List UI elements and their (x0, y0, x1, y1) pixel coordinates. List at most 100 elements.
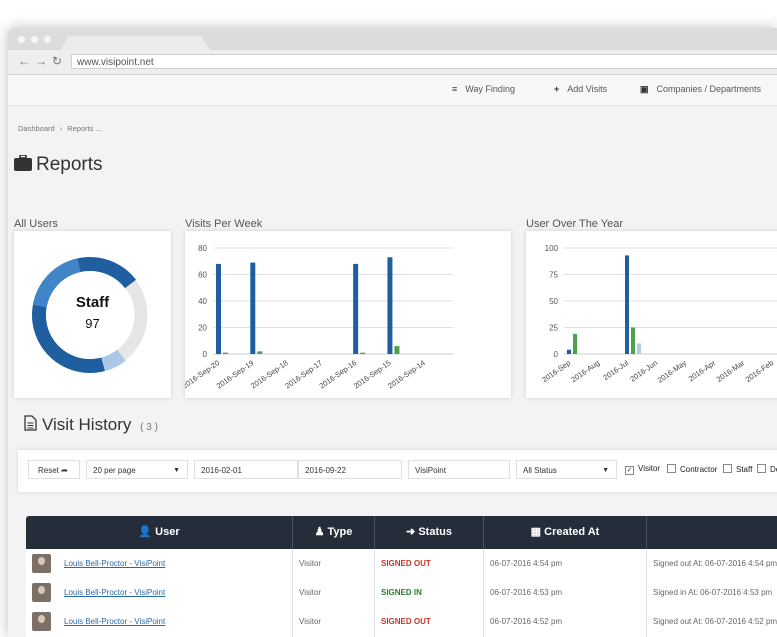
breadcrumb-home[interactable]: Dashboard (18, 124, 55, 133)
x-tick-label: 2016-Sep (540, 358, 572, 384)
avatar[interactable] (32, 612, 51, 631)
contractor-checkbox[interactable]: Contractor (667, 464, 717, 474)
cell-user: Louis Bell-Proctor - VisiPoint (26, 578, 293, 607)
nav-label: Companies / Departments (656, 84, 762, 94)
page-title: Reports (14, 154, 103, 176)
checkbox-unchecked[interactable] (723, 464, 732, 473)
reset-button[interactable]: Reset ➦ (28, 460, 80, 479)
staff-donut-chart (32, 257, 148, 373)
th-detail (647, 516, 777, 549)
y-tick-label: 0 (554, 350, 559, 359)
staff-checkbox[interactable]: Staff (723, 464, 752, 474)
window-minimize-dot[interactable] (31, 36, 38, 43)
all-users-card: Staff 97 (14, 231, 171, 398)
signpost-icon: ≡ (452, 84, 458, 94)
nav-companies[interactable]: ▣ Companies / Departments (640, 84, 761, 95)
y-tick-label: 0 (203, 350, 208, 359)
cell-status: SIGNED OUT (375, 607, 484, 636)
visit-history-count: ( 3 ) (140, 422, 158, 433)
url-field[interactable]: www.visipoint.net (71, 54, 777, 69)
briefcase-icon (14, 154, 32, 171)
de-checkbox[interactable]: De (757, 464, 777, 474)
per-page-select[interactable]: 20 per page ▼ (86, 460, 188, 479)
plus-icon: + (554, 84, 560, 94)
table-row: Louis Bell-Proctor - VisiPoint Visitor SIG… (26, 607, 777, 637)
y-tick-label: 50 (549, 297, 558, 306)
bar (257, 351, 263, 354)
th-user-label: User (155, 526, 180, 538)
back-arrow-icon[interactable]: ← (18, 54, 30, 68)
browser-tab[interactable] (60, 36, 210, 50)
x-tick-label: 2016-Sep-18 (249, 358, 290, 390)
user-year-label: User Over The Year (526, 218, 624, 230)
nav-label: Add Visits (567, 84, 608, 94)
th-user[interactable]: 👤 User (26, 516, 293, 549)
user-icon: 👤 (138, 526, 153, 538)
y-tick-label: 100 (545, 244, 559, 253)
checkbox-unchecked[interactable] (757, 464, 766, 473)
sign-in-icon: ➜ (406, 526, 416, 538)
main-content: Dashboard › Reports ... Reports All Users … (8, 106, 777, 637)
donut-value: 97 (85, 316, 100, 331)
visitor-checkbox[interactable]: ✓ Visitor (625, 464, 660, 475)
cell-detail: Signed out At: 06-07-2016 4:52 pm (647, 607, 777, 636)
checkbox-checked[interactable]: ✓ (625, 466, 634, 475)
cell-created-text: 06-07-2016 4:53 pm (490, 588, 563, 597)
x-tick-label: 2016-Sep-14 (386, 358, 427, 390)
site-input[interactable]: VisiPoint (408, 460, 510, 479)
x-tick-label: 2016-Apr (687, 358, 718, 383)
avatar[interactable] (32, 583, 51, 602)
user-link[interactable]: Louis Bell-Proctor - VisiPoint (64, 549, 165, 578)
forward-arrow-icon[interactable]: → (35, 54, 47, 68)
page-title-text: Reports (36, 154, 103, 175)
user-link[interactable]: Louis Bell-Proctor - VisiPoint (64, 578, 165, 607)
y-tick-label: 40 (198, 297, 207, 306)
cell-created: 06-07-2016 4:52 pm (484, 607, 647, 636)
th-type-label: Type (327, 526, 353, 538)
cell-type: Visitor (293, 549, 375, 578)
th-status-label: Status (418, 526, 452, 538)
briefcase-icon: ▣ (640, 84, 649, 94)
cell-status-text: SIGNED IN (381, 588, 422, 597)
avatar[interactable] (32, 554, 51, 573)
browser-window: ← → ↻ www.visipoint.net ≡ Way Finding + Ad… (8, 28, 777, 637)
bar (637, 343, 641, 354)
nav-label: Way Finding (465, 84, 515, 94)
bar (360, 352, 366, 354)
nav-add-visits[interactable]: + Add Visits (554, 84, 607, 94)
visit-history-title: Visit History ( 3 ) (24, 415, 158, 435)
user-link[interactable]: Louis Bell-Proctor - VisiPoint (64, 607, 165, 636)
reload-icon[interactable]: ↻ (52, 54, 62, 68)
x-tick-label: 2016-Sep-16 (318, 358, 359, 390)
window-close-dot[interactable] (18, 36, 25, 43)
status-select[interactable]: All Status ▼ (516, 460, 617, 479)
table-header: 👤 User ♟ Type ➜ Status ▦ Created At (26, 516, 777, 549)
top-nav: ≡ Way Finding + Add Visits ▣ Companies / De… (8, 75, 777, 106)
cell-status-text: SIGNED OUT (381, 617, 431, 626)
cell-detail: Signed in At: 06-07-2016 4:53 pm (647, 578, 777, 607)
y-tick-label: 75 (549, 271, 558, 280)
th-type[interactable]: ♟ Type (293, 516, 375, 549)
cell-type-text: Visitor (299, 559, 322, 568)
bar (567, 349, 571, 354)
x-tick-label: 2016-Sep-15 (352, 358, 393, 390)
cell-created-text: 06-07-2016 4:54 pm (490, 559, 563, 568)
document-icon (24, 415, 37, 431)
donut-title: Staff (75, 294, 110, 311)
window-maximize-dot[interactable] (44, 36, 51, 43)
cell-type: Visitor (293, 607, 375, 636)
checkbox-unchecked[interactable] (667, 464, 676, 473)
x-tick-label: 2016-Sep-17 (283, 358, 324, 390)
cell-type-text: Visitor (299, 588, 322, 597)
y-tick-label: 25 (549, 324, 558, 333)
user-year-chart: 0 25 50 75 100 2016-Sep2016-Aug 2016-Jul2016-J… (540, 244, 777, 385)
checkbox-label: De (770, 465, 777, 474)
th-status[interactable]: ➜ Status (375, 516, 484, 549)
x-tick-label: 2016-Jul (601, 358, 630, 382)
x-tick-label: 2016-Mar (715, 358, 747, 384)
th-created[interactable]: ▦ Created At (484, 516, 647, 549)
date-to-input[interactable]: 2016-09-22 (298, 460, 402, 479)
checkbox-label: Visitor (638, 464, 661, 473)
nav-way-finding[interactable]: ≡ Way Finding (452, 84, 515, 94)
date-from-input[interactable]: 2016-02-01 (194, 460, 298, 479)
